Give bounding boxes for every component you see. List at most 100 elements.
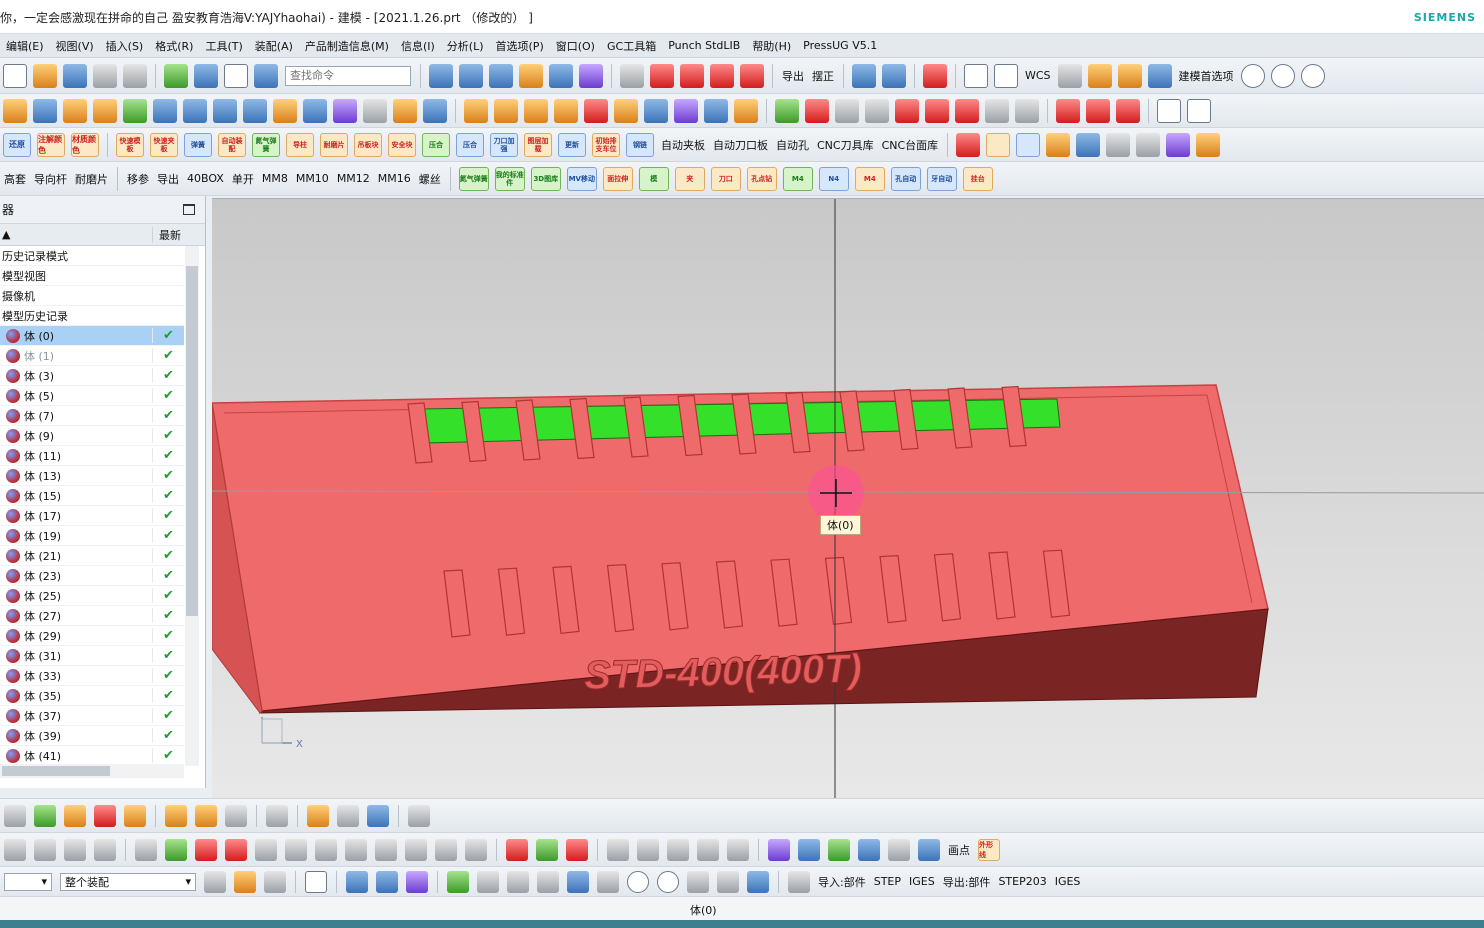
feature-tool-icon[interactable] bbox=[835, 98, 859, 123]
snap-face-icon[interactable] bbox=[747, 870, 769, 893]
plugin-text-button[interactable]: 自动夹板 bbox=[661, 137, 705, 153]
snap-center-icon[interactable] bbox=[627, 870, 649, 893]
info-icon[interactable] bbox=[254, 63, 278, 88]
circle-3-icon[interactable] bbox=[1300, 63, 1325, 88]
plugin-button[interactable]: 刀口加强 bbox=[490, 132, 518, 157]
navigator-node[interactable]: 体 (1) ✔ bbox=[0, 346, 184, 366]
plugin-button[interactable]: 初始排支车位 bbox=[592, 132, 620, 157]
assembly-tool-icon[interactable] bbox=[337, 804, 359, 827]
mold-tool-button[interactable]: N4 bbox=[818, 166, 849, 191]
mold-text-button[interactable]: 40BOX bbox=[187, 172, 224, 185]
feature-tool-icon[interactable] bbox=[644, 98, 668, 123]
scope-filter-select[interactable]: 整个装配 ▾ bbox=[60, 872, 196, 891]
navigator-node[interactable]: 体 (19) ✔ bbox=[0, 526, 184, 546]
export-iges-button[interactable]: IGES bbox=[1055, 875, 1081, 888]
snap-perp-icon[interactable] bbox=[597, 870, 619, 893]
feature-tool-icon[interactable] bbox=[63, 98, 87, 123]
feature-tool-icon[interactable] bbox=[524, 98, 548, 123]
sketch-tool-icon[interactable] bbox=[405, 838, 427, 861]
plugin-button[interactable]: 氮气弹簧 bbox=[252, 132, 280, 157]
navigator-node[interactable]: 模型视图 bbox=[0, 266, 184, 286]
feature-tool-icon[interactable] bbox=[734, 98, 758, 123]
feature-tool-icon[interactable] bbox=[1015, 98, 1039, 123]
plugin-button[interactable]: 导柱 bbox=[286, 132, 314, 157]
plugin-button[interactable]: 吊板块 bbox=[354, 132, 382, 157]
new-file-icon[interactable] bbox=[3, 63, 27, 88]
snap-quadrant-icon[interactable] bbox=[657, 870, 679, 893]
import-part-button[interactable]: 导入:部件 bbox=[818, 874, 866, 890]
sketch-tool-icon[interactable] bbox=[165, 838, 187, 861]
mold-text-button[interactable]: 移参 bbox=[127, 171, 149, 187]
assembly-tool-icon[interactable] bbox=[408, 804, 430, 827]
mold-tool-button[interactable]: 刀口 bbox=[710, 166, 741, 191]
assembly-tool-icon[interactable] bbox=[367, 804, 389, 827]
navigator-node[interactable]: 模型历史记录 bbox=[0, 306, 184, 326]
line-icon[interactable] bbox=[923, 63, 947, 88]
sketch-tool-icon[interactable] bbox=[64, 838, 86, 861]
grid-icon[interactable] bbox=[788, 870, 810, 893]
view-cube-2-icon[interactable] bbox=[376, 870, 398, 893]
plugin-button[interactable]: 弹簧 bbox=[184, 132, 212, 157]
menu-item[interactable]: PressUG V5.1 bbox=[797, 39, 883, 52]
sketch-tool-icon[interactable] bbox=[828, 838, 850, 861]
snap-plus-icon[interactable] bbox=[687, 870, 709, 893]
navigator-node[interactable]: 体 (23) ✔ bbox=[0, 566, 184, 586]
menu-item[interactable]: 工具(T) bbox=[199, 38, 248, 54]
mold-text-button[interactable]: 导向杆 bbox=[34, 171, 67, 187]
outline-button[interactable]: 外形线 bbox=[978, 838, 1000, 861]
mold-text-button[interactable]: MM12 bbox=[337, 172, 370, 185]
menu-item[interactable]: 编辑(E) bbox=[0, 38, 50, 54]
fillet-curve-icon[interactable] bbox=[680, 63, 704, 88]
sketch-tool-icon[interactable] bbox=[858, 838, 880, 861]
window-icon[interactable] bbox=[224, 63, 248, 88]
mold-tool-button[interactable]: 孔点钻 bbox=[746, 166, 777, 191]
plugin-button[interactable]: 图层加载 bbox=[524, 132, 552, 157]
sketch-tool-icon[interactable] bbox=[536, 838, 558, 861]
modeling-preferences-button[interactable]: 建模首选项 bbox=[1179, 68, 1234, 84]
feature-tool-icon[interactable] bbox=[123, 98, 147, 123]
feature-tool-icon[interactable] bbox=[273, 98, 297, 123]
mold-text-button[interactable]: 单开 bbox=[232, 171, 254, 187]
feature-tool-icon[interactable] bbox=[243, 98, 267, 123]
assembly-tool-icon[interactable] bbox=[266, 804, 288, 827]
ruler-2-icon[interactable] bbox=[1087, 63, 1112, 88]
plugin-text-button[interactable]: 自动孔 bbox=[776, 137, 809, 153]
sketch-tool-icon[interactable] bbox=[435, 838, 457, 861]
graphics-viewport[interactable]: STD-400(400T) X 体(0) bbox=[212, 198, 1484, 798]
original-icon[interactable] bbox=[1136, 132, 1161, 157]
draw-point-button[interactable]: 画点 bbox=[948, 842, 970, 858]
transform-icon[interactable] bbox=[194, 63, 218, 88]
feature-tool-icon[interactable] bbox=[925, 98, 949, 123]
navigator-node[interactable]: 体 (37) ✔ bbox=[0, 706, 184, 726]
ruler-icon[interactable] bbox=[1057, 63, 1082, 88]
horizontal-scrollbar[interactable] bbox=[0, 764, 184, 778]
mold-icon[interactable] bbox=[1046, 132, 1071, 157]
mold-tool-button[interactable]: 模 bbox=[638, 166, 669, 191]
feature-tool-icon[interactable] bbox=[584, 98, 608, 123]
navigator-node[interactable]: 体 (0) ✔ bbox=[0, 326, 184, 346]
sketch-tool-icon[interactable] bbox=[34, 838, 56, 861]
plugin-button[interactable]: 钢链 bbox=[626, 132, 654, 157]
feature-tool-icon[interactable] bbox=[3, 98, 27, 123]
plugin-button[interactable]: 耐磨片 bbox=[320, 132, 348, 157]
navigator-node[interactable]: 体 (21) ✔ bbox=[0, 546, 184, 566]
trim-curve-icon[interactable] bbox=[650, 63, 674, 88]
navigator-node[interactable]: 体 (31) ✔ bbox=[0, 646, 184, 666]
menu-item[interactable]: 视图(V) bbox=[50, 38, 100, 54]
sketch-tool-icon[interactable] bbox=[697, 838, 719, 861]
feature-tool-icon[interactable] bbox=[865, 98, 889, 123]
navigator-node[interactable]: 历史记录模式 bbox=[0, 246, 184, 266]
plugin-button[interactable]: 还原 bbox=[3, 132, 31, 157]
navigator-node[interactable]: 摄像机 bbox=[0, 286, 184, 306]
menu-item[interactable]: 窗口(O) bbox=[550, 38, 601, 54]
arrow-right-icon[interactable] bbox=[1147, 63, 1172, 88]
plugin-button[interactable]: 自动装配 bbox=[218, 132, 246, 157]
plugin-button[interactable]: 压合 bbox=[456, 132, 484, 157]
navigator-node[interactable]: 体 (13) ✔ bbox=[0, 466, 184, 486]
sketch-tool-icon[interactable] bbox=[465, 838, 487, 861]
export-button[interactable]: 导出 bbox=[782, 68, 804, 84]
circle-2-icon[interactable] bbox=[1270, 63, 1295, 88]
open-file-icon[interactable] bbox=[33, 63, 57, 88]
mold-tool-button[interactable]: 孔自动 bbox=[890, 166, 921, 191]
plugin-button[interactable]: 快速模板 bbox=[116, 132, 144, 157]
